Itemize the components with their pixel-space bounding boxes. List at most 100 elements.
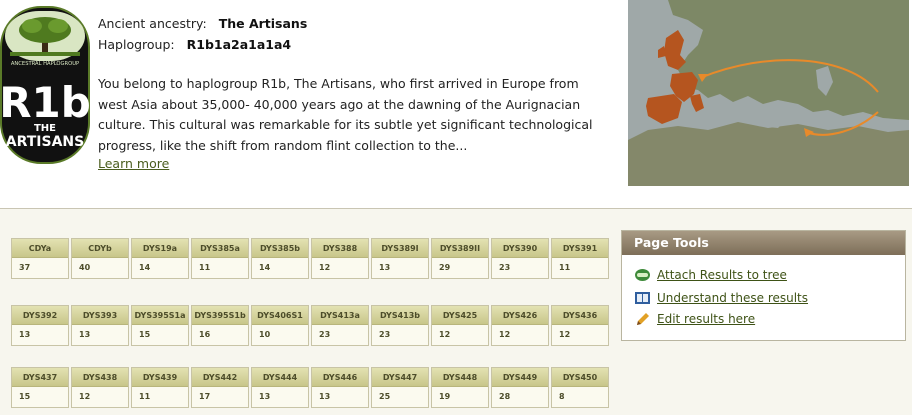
marker-value: 29 xyxy=(439,263,451,272)
marker-name: DYS425 xyxy=(432,306,488,325)
marker-name: DYS426 xyxy=(492,306,548,325)
marker-cell: DYS442 17 xyxy=(191,367,249,408)
marker-cell: DYS426 12 xyxy=(491,305,549,346)
marker-cell: DYS389II 29 xyxy=(431,238,489,279)
marker-value: 23 xyxy=(319,330,331,339)
marker-value: 25 xyxy=(379,392,391,401)
marker-name: DYS395S1a xyxy=(132,306,188,325)
marker-value: 17 xyxy=(199,392,211,401)
marker-name: DYS444 xyxy=(252,368,308,387)
marker-value: 23 xyxy=(499,263,511,272)
marker-value: 13 xyxy=(379,263,391,272)
marker-value: 23 xyxy=(379,330,391,339)
marker-cell: DYS406S1 10 xyxy=(251,305,309,346)
marker-cell: DYS391 11 xyxy=(551,238,609,279)
book-icon xyxy=(635,292,650,304)
understand-results-link[interactable]: Understand these results xyxy=(657,291,808,305)
marker-cell: CDYb 40 xyxy=(71,238,129,279)
marker-name: DYS385a xyxy=(192,239,248,258)
marker-value: 19 xyxy=(439,392,451,401)
marker-cell: DYS439 11 xyxy=(131,367,189,408)
marker-name: DYS388 xyxy=(312,239,368,258)
marker-value: 40 xyxy=(79,263,91,272)
marker-name: DYS438 xyxy=(72,368,128,387)
marker-name: DYS413b xyxy=(372,306,428,325)
badge-line2: ARTISANS xyxy=(6,134,84,150)
badge-ring-text: ANCESTRAL HAPLOGROUP xyxy=(11,61,79,67)
marker-value: 37 xyxy=(19,263,31,272)
page-tools-title: Page Tools xyxy=(622,231,905,255)
marker-name: DYS447 xyxy=(372,368,428,387)
marker-name: DYS19a xyxy=(132,239,188,258)
marker-cell: DYS447 25 xyxy=(371,367,429,408)
marker-name: DYS442 xyxy=(192,368,248,387)
understand-results-tool[interactable]: Understand these results xyxy=(634,289,808,307)
learn-more-link[interactable]: Learn more xyxy=(98,156,169,171)
ancestry-label: Ancient ancestry: xyxy=(98,16,207,31)
marker-cell: DYS388 12 xyxy=(311,238,369,279)
marker-value: 8 xyxy=(559,392,565,401)
marker-cell: DYS446 13 xyxy=(311,367,369,408)
ancestry-row: Ancient ancestry: The Artisans xyxy=(98,16,307,31)
marker-value: 13 xyxy=(319,392,331,401)
migration-map xyxy=(628,0,909,186)
marker-value: 12 xyxy=(559,330,571,339)
marker-value: 15 xyxy=(19,392,31,401)
marker-name: DYS393 xyxy=(72,306,128,325)
marker-name: DYS389II xyxy=(432,239,488,258)
marker-cell: DYS437 15 xyxy=(11,367,69,408)
marker-cell: CDYa 37 xyxy=(11,238,69,279)
marker-cell: DYS413a 23 xyxy=(311,305,369,346)
marker-value: 12 xyxy=(319,263,331,272)
marker-name: DYS413a xyxy=(312,306,368,325)
haplogroup-value: R1b1a2a1a1a4 xyxy=(186,37,292,52)
marker-cell: DYS19a 14 xyxy=(131,238,189,279)
marker-value: 14 xyxy=(259,263,271,272)
marker-cell: DYS448 19 xyxy=(431,367,489,408)
marker-cell: DYS449 28 xyxy=(491,367,549,408)
marker-value: 13 xyxy=(259,392,271,401)
marker-name: DYS449 xyxy=(492,368,548,387)
badge-code: R1b xyxy=(0,78,90,127)
marker-value: 16 xyxy=(199,330,211,339)
attach-results-link[interactable]: Attach Results to tree xyxy=(657,268,787,282)
marker-value: 12 xyxy=(79,392,91,401)
marker-cell: DYS395S1a 15 xyxy=(131,305,189,346)
marker-cell: DYS450 8 xyxy=(551,367,609,408)
marker-cell: DYS393 13 xyxy=(71,305,129,346)
marker-cell: DYS390 23 xyxy=(491,238,549,279)
marker-cell: DYS395S1b 16 xyxy=(191,305,249,346)
marker-name: DYS436 xyxy=(552,306,608,325)
attach-results-tool[interactable]: Attach Results to tree xyxy=(634,266,787,284)
marker-name: DYS406S1 xyxy=(252,306,308,325)
page-tools-panel: Page Tools Attach Results to tree Unders… xyxy=(621,230,906,341)
marker-value: 12 xyxy=(499,330,511,339)
marker-cell: DYS385b 14 xyxy=(251,238,309,279)
marker-value: 15 xyxy=(139,330,151,339)
marker-cell: DYS413b 23 xyxy=(371,305,429,346)
marker-name: DYS391 xyxy=(552,239,608,258)
marker-value: 11 xyxy=(559,263,571,272)
badge-line1: THE xyxy=(34,123,56,134)
marker-cell: DYS385a 11 xyxy=(191,238,249,279)
marker-cell: DYS436 12 xyxy=(551,305,609,346)
pencil-icon xyxy=(637,313,649,325)
marker-cell: DYS438 12 xyxy=(71,367,129,408)
marker-value: 13 xyxy=(79,330,91,339)
marker-value: 12 xyxy=(439,330,451,339)
marker-name: DYS389I xyxy=(372,239,428,258)
marker-value: 28 xyxy=(499,392,511,401)
edit-results-tool[interactable]: Edit results here xyxy=(634,310,755,328)
marker-name: DYS392 xyxy=(12,306,68,325)
haplogroup-label: Haplogroup: xyxy=(98,37,175,52)
tree-link-icon xyxy=(635,269,650,281)
marker-name: CDYb xyxy=(72,239,128,258)
haplogroup-description: You belong to haplogroup R1b, The Artisa… xyxy=(98,76,593,153)
marker-cell: DYS392 13 xyxy=(11,305,69,346)
haplogroup-summary: ANCESTRAL HAPLOGROUP R1b THE ARTISANS An… xyxy=(0,0,912,208)
ancestry-value: The Artisans xyxy=(218,16,308,31)
marker-name: DYS395S1b xyxy=(192,306,248,325)
marker-name: DYS385b xyxy=(252,239,308,258)
edit-results-link[interactable]: Edit results here xyxy=(657,312,755,326)
marker-name: DYS437 xyxy=(12,368,68,387)
